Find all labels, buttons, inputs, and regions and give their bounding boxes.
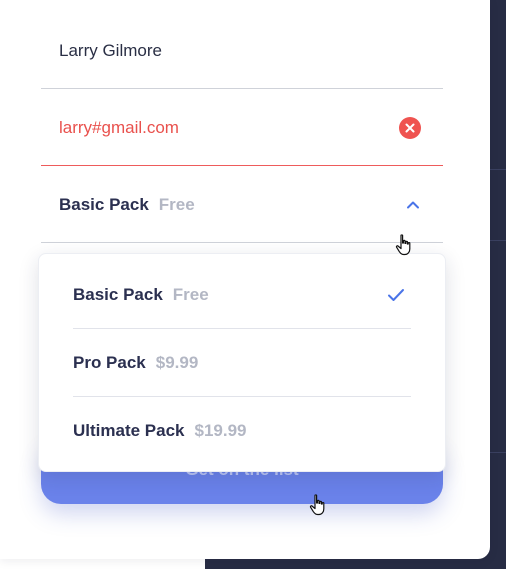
- plan-dropdown-menu: Basic Pack Free Pro Pack $9.99 Ultimate …: [38, 253, 446, 472]
- background-divider: [488, 240, 506, 241]
- plan-select-price: Free: [158, 194, 195, 214]
- name-field-value: Larry Gilmore: [59, 40, 162, 60]
- option-price: $9.99: [155, 352, 199, 372]
- dropdown-option-ultimate[interactable]: Ultimate Pack $19.99: [73, 397, 411, 465]
- option-price: $19.99: [194, 421, 247, 440]
- checkmark-icon: [387, 287, 405, 308]
- option-name: Ultimate Pack: [73, 421, 185, 440]
- name-field[interactable]: Larry Gilmore: [41, 13, 443, 89]
- plan-select-name: Basic Pack: [59, 194, 149, 214]
- background-divider: [488, 169, 506, 170]
- option-name: Basic Pack: [73, 284, 163, 304]
- plan-select[interactable]: Basic Pack Free: [41, 167, 443, 243]
- chevron-up-icon[interactable]: [405, 197, 421, 218]
- dropdown-option-basic[interactable]: Basic Pack Free: [73, 261, 411, 329]
- option-name: Pro Pack: [73, 352, 146, 372]
- background-divider: [488, 452, 506, 453]
- email-field-value: larry#gmail.com: [59, 117, 179, 137]
- dropdown-option-pro[interactable]: Pro Pack $9.99: [73, 329, 411, 397]
- option-price: Free: [172, 284, 209, 304]
- plan-select-value: Basic Pack Free: [59, 167, 195, 242]
- pointer-cursor-icon: [395, 234, 415, 261]
- email-field[interactable]: larry#gmail.com: [41, 90, 443, 166]
- pointer-cursor-icon: [309, 494, 329, 521]
- signup-card: Larry Gilmore larry#gmail.com Basic Pack…: [0, 0, 490, 559]
- error-icon[interactable]: [399, 116, 421, 139]
